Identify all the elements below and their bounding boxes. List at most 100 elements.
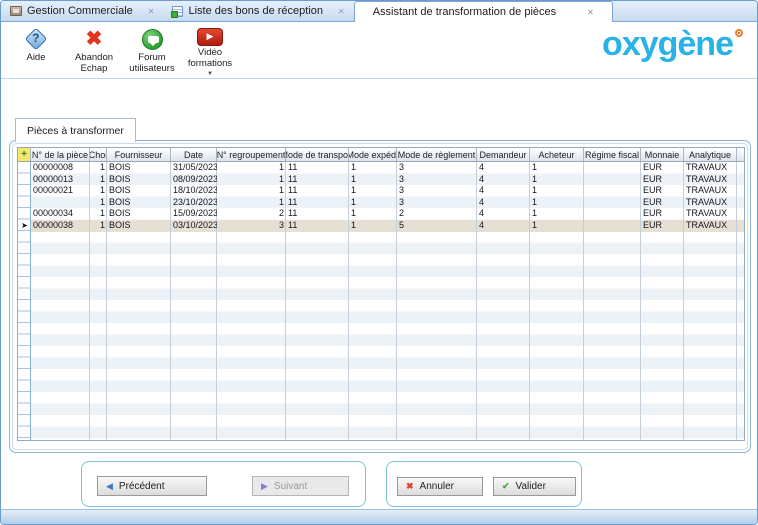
grid-cell[interactable]: 3 xyxy=(397,174,477,186)
grid-cell[interactable]: 23/10/2023 xyxy=(171,197,217,209)
grid-cell[interactable] xyxy=(584,162,641,174)
grid-cell[interactable]: 4 xyxy=(477,197,530,209)
grid-cell[interactable]: 1 xyxy=(349,174,397,186)
grid-cell[interactable]: 31/05/2023 xyxy=(171,162,217,174)
forum-button[interactable]: Forum utilisateurs xyxy=(123,25,181,78)
grid-cell[interactable]: 5 xyxy=(397,220,477,232)
grid-cell[interactable]: 1 xyxy=(90,185,107,197)
grid-cell[interactable]: 11 xyxy=(286,220,349,232)
grid-cell[interactable]: 1 xyxy=(90,208,107,220)
grid-cell[interactable]: 1 xyxy=(349,220,397,232)
grid-cell[interactable]: 1 xyxy=(217,174,286,186)
validate-button[interactable]: ✔ Valider xyxy=(493,477,576,496)
grid-cell[interactable]: 1 xyxy=(530,162,584,174)
current-row-pointer-icon[interactable]: ➤ xyxy=(18,220,31,232)
grid-cell[interactable]: 1 xyxy=(90,197,107,209)
grid-cell[interactable]: TRAVAUX xyxy=(684,174,737,186)
grid-cell[interactable]: 3 xyxy=(217,220,286,232)
grid-cell[interactable]: BOIS xyxy=(107,208,171,220)
tab-liste-bons-reception[interactable]: Liste des bons de réception ✕ xyxy=(163,1,353,21)
grid-cell[interactable]: 00000008 xyxy=(31,162,90,174)
grid-cell[interactable]: BOIS xyxy=(107,162,171,174)
grid-cell[interactable] xyxy=(31,197,90,209)
grid-cell[interactable] xyxy=(584,174,641,186)
grid-cell[interactable] xyxy=(584,197,641,209)
grid-cell[interactable]: 00000034 xyxy=(31,208,90,220)
grid-cell[interactable]: 3 xyxy=(397,185,477,197)
close-icon[interactable]: ✕ xyxy=(338,7,345,16)
grid-cell[interactable]: 00000013 xyxy=(31,174,90,186)
column-header[interactable]: Mode de règlement xyxy=(397,148,477,161)
column-header[interactable]: Mode de transport xyxy=(286,148,349,161)
column-header[interactable]: N° de la pièce xyxy=(31,148,90,161)
grid-cell[interactable]: TRAVAUX xyxy=(684,208,737,220)
column-header[interactable]: Monnaie xyxy=(641,148,684,161)
grid-cell[interactable]: 4 xyxy=(477,208,530,220)
grid-cell[interactable]: 4 xyxy=(477,220,530,232)
close-icon[interactable]: ✕ xyxy=(587,8,594,17)
tab-assistant-transformation[interactable]: Assistant de transformation de pièces ✕ xyxy=(354,1,613,22)
table-row[interactable]: 000000211BOIS18/10/20231111341EURTRAVAUX xyxy=(18,185,744,197)
cancel-button[interactable]: ✖ Annuler xyxy=(397,477,483,496)
grid-cell[interactable]: 3 xyxy=(397,197,477,209)
grid-cell[interactable]: 11 xyxy=(286,174,349,186)
grid-cell[interactable]: 1 xyxy=(349,208,397,220)
grid-cell[interactable]: BOIS xyxy=(107,197,171,209)
tab-gestion-commerciale[interactable]: Gestion Commerciale ✕ xyxy=(1,1,163,21)
grid-cell[interactable] xyxy=(584,185,641,197)
grid-cell[interactable]: 2 xyxy=(217,208,286,220)
grid-cell[interactable]: 1 xyxy=(530,185,584,197)
row-selector-cell[interactable] xyxy=(18,197,31,209)
grid-cell[interactable]: 00000038 xyxy=(31,220,90,232)
grid-cell[interactable]: 1 xyxy=(90,162,107,174)
column-header[interactable]: Régime fiscal xyxy=(584,148,641,161)
row-selector-cell[interactable] xyxy=(18,174,31,186)
grid-cell[interactable]: 1 xyxy=(217,197,286,209)
row-selector-cell[interactable] xyxy=(18,185,31,197)
grid-cell[interactable]: 11 xyxy=(286,185,349,197)
grid-corner-add-button[interactable]: + xyxy=(18,148,31,161)
row-selector-cell[interactable] xyxy=(18,162,31,174)
grid-cell[interactable]: 1 xyxy=(349,185,397,197)
grid-cell[interactable]: BOIS xyxy=(107,174,171,186)
grid-cell[interactable]: BOIS xyxy=(107,220,171,232)
grid-cell[interactable]: 1 xyxy=(349,197,397,209)
table-row[interactable]: 000000081BOIS31/05/20231111341EURTRAVAUX xyxy=(18,162,744,174)
grid-cell[interactable]: 1 xyxy=(90,220,107,232)
grid-cell[interactable]: EUR xyxy=(641,197,684,209)
grid-cell[interactable]: 1 xyxy=(90,174,107,186)
close-icon[interactable]: ✕ xyxy=(148,7,155,16)
grid-cell[interactable]: 1 xyxy=(217,185,286,197)
table-row[interactable]: 000000131BOIS08/09/20231111341EURTRAVAUX xyxy=(18,174,744,186)
grid-cell[interactable]: 11 xyxy=(286,162,349,174)
aide-button[interactable]: ? Aide xyxy=(7,25,65,78)
grid-cell[interactable]: EUR xyxy=(641,185,684,197)
grid-cell[interactable]: EUR xyxy=(641,174,684,186)
grid-cell[interactable]: 4 xyxy=(477,174,530,186)
grid-cell[interactable]: 08/09/2023 xyxy=(171,174,217,186)
wizard-page-tab[interactable]: Pièces à transformer xyxy=(15,118,136,142)
grid-cell[interactable]: 00000021 xyxy=(31,185,90,197)
grid-cell[interactable]: 2 xyxy=(397,208,477,220)
video-formations-button[interactable]: ▶ Vidéo formations ▼ xyxy=(181,25,239,78)
column-header[interactable]: Choi xyxy=(90,148,107,161)
column-header[interactable]: Fournisseur xyxy=(107,148,171,161)
abandon-button[interactable]: ✖ Abandon Echap xyxy=(65,25,123,78)
grid-cell[interactable]: 1 xyxy=(217,162,286,174)
column-header[interactable]: Demandeur xyxy=(477,148,530,161)
grid-cell[interactable]: 4 xyxy=(477,185,530,197)
column-header[interactable]: Date xyxy=(171,148,217,161)
grid-cell[interactable]: 11 xyxy=(286,208,349,220)
grid-cell[interactable] xyxy=(584,208,641,220)
grid-cell[interactable]: 15/09/2023 xyxy=(171,208,217,220)
grid-cell[interactable]: 1 xyxy=(530,174,584,186)
row-selector-cell[interactable] xyxy=(18,208,31,220)
table-row[interactable]: ➤000000381BOIS03/10/20233111541EURTRAVAU… xyxy=(18,220,744,232)
grid-cell[interactable]: 1 xyxy=(349,162,397,174)
grid-cell[interactable]: EUR xyxy=(641,208,684,220)
grid-cell[interactable]: 1 xyxy=(530,208,584,220)
column-header[interactable]: Acheteur xyxy=(530,148,584,161)
grid-cell[interactable]: EUR xyxy=(641,162,684,174)
grid-cell[interactable]: EUR xyxy=(641,220,684,232)
grid-cell[interactable]: TRAVAUX xyxy=(684,220,737,232)
